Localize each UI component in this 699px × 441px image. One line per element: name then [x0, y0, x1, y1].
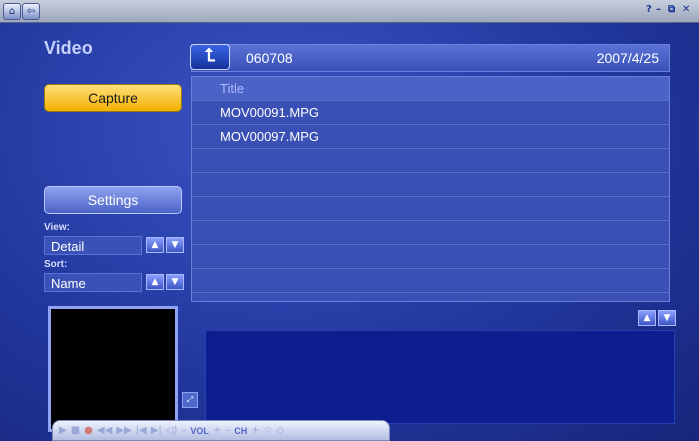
- restore-icon[interactable]: ⧉: [668, 4, 675, 15]
- channel-label: CH: [234, 425, 248, 436]
- list-item: [192, 197, 669, 221]
- up-folder-button[interactable]: ⮤: [190, 44, 230, 70]
- scroll-down-icon[interactable]: ▼: [658, 310, 676, 326]
- play-icon[interactable]: ▶: [59, 425, 67, 436]
- list-item: [192, 173, 669, 197]
- capture-button[interactable]: Capture: [44, 84, 182, 112]
- file-list: Title MOV00091.MPG MOV00097.MPG: [191, 76, 670, 302]
- up-arrow-icon: ⮤: [204, 45, 216, 66]
- media-control-bar: ▶ ■ ● ◀◀ ▶▶ |◀ ▶| ◁) – VOL + – CH + ☆ ◇: [52, 420, 390, 441]
- rewind-icon[interactable]: ◀◀: [97, 425, 112, 436]
- close-icon[interactable]: ✕: [682, 4, 690, 15]
- volume-label: VOL: [190, 425, 209, 436]
- channel-down-icon[interactable]: –: [225, 425, 230, 436]
- navigation-icon[interactable]: ◇: [277, 425, 285, 436]
- record-icon[interactable]: ●: [84, 425, 93, 436]
- previous-icon[interactable]: |◀: [136, 425, 147, 436]
- list-scroll: ▲ ▼: [638, 310, 676, 326]
- favorite-icon[interactable]: ☆: [264, 425, 273, 436]
- minimize-icon[interactable]: –: [656, 4, 661, 15]
- next-icon[interactable]: ▶|: [151, 425, 162, 436]
- expand-icon[interactable]: ⤢: [182, 392, 198, 408]
- view-down-icon[interactable]: ▼: [166, 237, 184, 253]
- view-arrows: ▲ ▼: [146, 237, 184, 253]
- fast-forward-icon[interactable]: ▶▶: [116, 425, 131, 436]
- channel-up-icon[interactable]: +: [251, 425, 259, 436]
- view-up-icon[interactable]: ▲: [146, 237, 164, 253]
- list-item: [192, 149, 669, 173]
- back-icon[interactable]: ⇦: [22, 3, 40, 20]
- settings-button[interactable]: Settings: [44, 186, 182, 214]
- home-icon[interactable]: ⌂: [3, 3, 21, 20]
- video-preview[interactable]: [48, 306, 178, 432]
- mute-icon[interactable]: ◁): [166, 425, 178, 436]
- view-select[interactable]: Detail: [44, 236, 142, 255]
- page-title: Video: [44, 38, 93, 58]
- list-item: [192, 221, 669, 245]
- volume-down-icon[interactable]: –: [181, 425, 186, 436]
- help-icon[interactable]: ?: [646, 4, 652, 15]
- sort-down-icon[interactable]: ▼: [166, 274, 184, 290]
- list-item[interactable]: MOV00091.MPG: [192, 101, 669, 125]
- volume-up-icon[interactable]: +: [213, 425, 221, 436]
- sort-select[interactable]: Name: [44, 273, 142, 292]
- current-folder: 060708: [246, 50, 293, 66]
- folder-date: 2007/4/25: [596, 50, 659, 66]
- view-label: View:: [44, 222, 70, 233]
- sort-label: Sort:: [44, 259, 68, 270]
- sort-arrows: ▲ ▼: [146, 274, 184, 290]
- top-bar: ⌂ ⇦ ? – ⧉ ✕: [0, 0, 699, 23]
- column-header-title[interactable]: Title: [192, 77, 669, 101]
- list-item[interactable]: MOV00097.MPG: [192, 125, 669, 149]
- stop-icon[interactable]: ■: [71, 425, 80, 436]
- sort-up-icon[interactable]: ▲: [146, 274, 164, 290]
- info-panel: [205, 330, 675, 424]
- list-item: [192, 245, 669, 269]
- list-item: [192, 269, 669, 293]
- scroll-up-icon[interactable]: ▲: [638, 310, 656, 326]
